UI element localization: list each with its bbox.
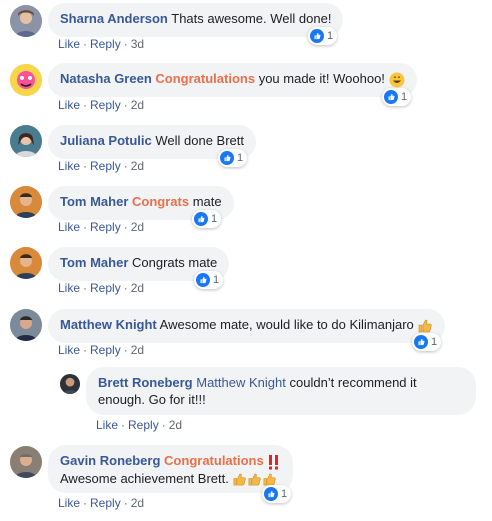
comment-actions: Like · Reply · 2d [58,220,145,234]
timestamp[interactable]: 3d [131,37,144,51]
like-reaction-icon [196,273,210,287]
author-name[interactable]: Sharna Anderson [60,11,168,26]
avatar[interactable] [10,5,42,37]
reply-link[interactable]: Reply [90,37,121,51]
comment-text: mate [192,194,222,209]
comment-actions: Like · Reply · 2d [58,281,145,295]
reply-link[interactable]: Reply [90,281,121,295]
comment-text: Awesome achievement Brett. [60,470,229,486]
comment-actions: Like · Reply · 2d [58,98,145,112]
like-link[interactable]: Like [58,496,80,510]
comment-bubble: Natasha Green Congratulations you made i… [48,63,417,97]
like-link[interactable]: Like [58,281,80,295]
author-name[interactable]: Gavin Roneberg [60,453,160,468]
like-link[interactable]: Like [58,159,80,173]
comment-text-line1: couldn’t recommend it [289,375,417,390]
comment-text-line2: enough. Go for it!!! [98,392,206,407]
comment-text: Congrats mate [132,255,218,270]
mention-link[interactable]: Matthew Knight [196,375,286,390]
like-reaction-icon [220,151,234,165]
timestamp[interactable]: 2d [131,220,144,234]
author-name[interactable]: Juliana Potulic [60,133,152,148]
like-link[interactable]: Like [58,220,80,234]
like-link[interactable]: Like [58,37,80,51]
comment-actions: Like · Reply · 3d [58,37,145,51]
comment-bubble: Brett Roneberg Matthew Knight couldn’t r… [86,367,476,415]
author-name[interactable]: Tom Maher [60,194,128,209]
tag-text: Congratulations [164,453,264,468]
author-name[interactable]: Matthew Knight [60,317,157,332]
author-name[interactable]: Brett Roneberg [98,375,193,390]
like-link[interactable]: Like [58,343,80,357]
tag-text: Congrats [132,194,190,209]
comment-text: Awesome mate, would like to do Kilimanja… [159,317,414,332]
timestamp[interactable]: 2d [131,496,144,510]
avatar[interactable] [10,446,42,478]
reaction-count[interactable]: 1 [192,210,222,228]
timestamp[interactable]: 2d [131,281,144,295]
reaction-count[interactable]: 1 [218,149,248,167]
comment-text: Thats awesome. Well done! [171,11,332,26]
thumbs-up-emoji-icon [247,472,262,487]
comment-actions: Like · Reply · 2d [96,418,183,432]
like-link[interactable]: Like [58,98,80,112]
avatar[interactable] [60,374,80,394]
reaction-count[interactable]: 1 [412,333,442,351]
comment-text: you made it! Woohoo! [258,71,385,86]
author-name[interactable]: Tom Maher [60,255,128,270]
comment-bubble: Matthew Knight Awesome mate, would like … [48,309,446,343]
double-exclamation-emoji-icon [269,454,279,470]
reply-link[interactable]: Reply [90,159,121,173]
reply-link[interactable]: Reply [128,418,159,432]
timestamp[interactable]: 2d [169,418,182,432]
comment-actions: Like · Reply · 2d [58,343,145,357]
reaction-count[interactable]: 1 [262,485,292,503]
reaction-count[interactable]: 1 [382,88,412,106]
avatar[interactable] [10,64,42,96]
comment-actions: Like · Reply · 2d [58,496,145,510]
comment-bubble: Sharna Anderson Thats awesome. Well done… [48,3,344,37]
comment-text: Well done Brett [155,133,245,148]
avatar[interactable] [10,186,42,218]
like-link[interactable]: Like [96,418,118,432]
like-reaction-icon [384,90,398,104]
comment-bubble: Gavin Roneberg Congratulations Awesome a… [48,445,294,493]
avatar[interactable] [10,125,42,157]
thumbs-up-emoji-icon [417,318,433,334]
like-reaction-icon [414,335,428,349]
author-name[interactable]: Natasha Green [60,71,152,86]
comment-actions: Like · Reply · 2d [58,159,145,173]
reply-link[interactable]: Reply [90,98,121,112]
reaction-count[interactable]: 1 [308,27,338,45]
thumbs-up-emoji-icon [232,472,247,487]
like-reaction-icon [310,29,324,43]
reply-link[interactable]: Reply [90,496,121,510]
like-reaction-icon [194,212,208,226]
timestamp[interactable]: 2d [131,159,144,173]
timestamp[interactable]: 2d [131,343,144,357]
reply-link[interactable]: Reply [90,343,121,357]
reaction-count[interactable]: 1 [194,271,224,289]
avatar[interactable] [10,309,42,341]
timestamp[interactable]: 2d [131,98,144,112]
like-reaction-icon [264,487,278,501]
reply-link[interactable]: Reply [90,220,121,234]
grinning-face-emoji-icon [389,72,405,88]
tag-text: Congratulations [155,71,256,86]
avatar[interactable] [10,247,42,279]
